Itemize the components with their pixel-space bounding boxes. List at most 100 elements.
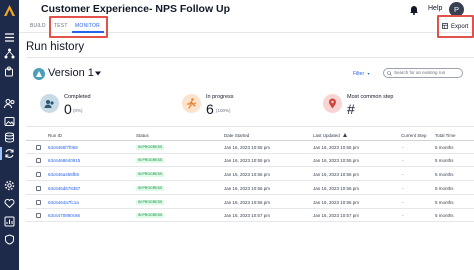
search-icon	[387, 71, 392, 76]
row-divider	[26, 180, 474, 181]
last-updated: Jan 16, 2023 10:56 pm	[313, 172, 360, 177]
check-circle-icon	[40, 94, 59, 113]
last-updated: Jan 16, 2023 10:55 pm	[313, 145, 360, 150]
search-input[interactable]: Search for an existing run	[383, 68, 463, 78]
chevron-down-icon: ▾	[367, 71, 370, 76]
shield-icon[interactable]	[4, 234, 15, 245]
filter-label: Filter	[353, 71, 365, 77]
current-step: -	[402, 158, 404, 163]
column-header-run-id[interactable]: Run ID	[48, 133, 62, 138]
row-divider	[26, 194, 474, 195]
table-row[interactable]: 63c646d678387 IN PROGRESS Jan 16, 2023 1…	[26, 182, 474, 195]
status-badge: IN PROGRESS	[136, 199, 165, 205]
status-badge: IN PROGRESS	[136, 185, 165, 191]
current-step: -	[402, 145, 404, 150]
total-time: 5 months	[435, 172, 454, 177]
total-time: 5 months	[435, 213, 454, 218]
stat-title: In progress	[206, 94, 234, 100]
row-divider	[26, 166, 474, 167]
tab-build[interactable]: BUILD	[30, 23, 46, 29]
chevron-down-icon[interactable]	[95, 71, 101, 76]
row-checkbox[interactable]	[36, 145, 41, 150]
column-header-date-started[interactable]: Date Started	[224, 133, 249, 138]
logo-icon[interactable]	[3, 4, 16, 17]
list-icon[interactable]	[4, 32, 15, 43]
column-header-status[interactable]: Status	[136, 133, 149, 138]
stat-percent: (0%)	[73, 108, 83, 113]
column-header-current-step[interactable]: Current Step	[401, 133, 427, 138]
run-id-link[interactable]: 63c6464a7fc1a	[48, 200, 79, 205]
bell-icon[interactable]	[409, 4, 419, 15]
row-checkbox[interactable]	[36, 186, 41, 191]
column-header-total-time[interactable]: Total Time	[435, 133, 456, 138]
current-step: -	[402, 172, 404, 177]
table-row[interactable]: 63c646a455fb5 IN PROGRESS Jan 16, 2023 1…	[26, 168, 474, 181]
total-time: 5 months	[435, 186, 454, 191]
stat-value: #	[347, 101, 355, 117]
date-started: Jan 16, 2023 10:55 pm	[224, 158, 271, 163]
export-icon	[442, 23, 448, 29]
monitor-tab-highlight-box	[49, 16, 108, 38]
stat-card-completed: Completed 0 (0%)	[40, 86, 180, 124]
flow-icon[interactable]	[4, 48, 15, 59]
date-started: Jan 16, 2023 10:56 pm	[224, 186, 271, 191]
row-checkbox[interactable]	[36, 200, 41, 205]
gear-icon[interactable]	[4, 180, 15, 191]
last-updated: Jan 16, 2023 10:56 pm	[313, 200, 360, 205]
filter-dropdown[interactable]: Filter ▾	[353, 71, 370, 77]
nav-rail	[0, 0, 19, 270]
date-started: Jan 16, 2023 10:56 pm	[224, 200, 271, 205]
total-time: 5 months	[435, 200, 454, 205]
running-person-icon	[182, 94, 201, 113]
total-time: 5 months	[435, 145, 454, 150]
page-title: Run history	[26, 41, 85, 53]
run-id-link[interactable]: 63c646a455fb5	[48, 172, 79, 177]
divider	[26, 126, 474, 127]
row-checkbox[interactable]	[36, 213, 41, 218]
help-link[interactable]: Help	[428, 5, 442, 12]
sort-asc-icon[interactable]	[343, 133, 348, 137]
stat-card-in-progress: In progress 6 (100%)	[182, 86, 322, 124]
database-icon[interactable]	[4, 132, 15, 143]
table-row[interactable]: 63c6465f7f069 IN PROGRESS Jan 16, 2023 1…	[26, 141, 474, 154]
run-id-link[interactable]: 63c6470890c66	[48, 213, 80, 218]
row-checkbox[interactable]	[36, 158, 41, 163]
date-started: Jan 16, 2023 10:57 pm	[224, 213, 271, 218]
status-badge: IN PROGRESS	[136, 212, 165, 218]
version-icon	[33, 68, 45, 80]
export-button[interactable]: Export	[442, 23, 468, 32]
version-selector[interactable]: Version 1	[48, 67, 94, 79]
users-icon[interactable]	[4, 98, 15, 109]
last-updated: Jan 16, 2023 10:56 pm	[313, 186, 360, 191]
run-id-link[interactable]: 63c6468640915	[48, 158, 80, 163]
search-placeholder: Search for an existing run	[394, 70, 446, 75]
column-header-last-updated[interactable]: Last Updated	[313, 133, 348, 138]
stat-card-common-step: Most common step #	[323, 86, 463, 124]
date-started: Jan 16, 2023 10:55 pm	[224, 145, 271, 150]
table-row[interactable]: 63c6464a7fc1a IN PROGRESS Jan 16, 2023 1…	[26, 196, 474, 209]
last-updated: Jan 16, 2023 10:55 pm	[313, 158, 360, 163]
table-row[interactable]: 63c6468640915 IN PROGRESS Jan 16, 2023 1…	[26, 154, 474, 167]
image-icon[interactable]	[4, 116, 15, 127]
sync-icon[interactable]	[4, 148, 15, 159]
stat-percent: (100%)	[216, 108, 231, 113]
column-header-label: Last Updated	[313, 133, 340, 138]
stat-value: 0	[64, 101, 72, 117]
stat-value: 6	[206, 101, 214, 117]
app-window: Customer Experience- NPS Follow Up Help …	[0, 0, 474, 270]
app-title: Customer Experience- NPS Follow Up	[41, 3, 231, 15]
stat-title: Completed	[64, 94, 91, 100]
puzzle-icon[interactable]	[4, 66, 15, 77]
last-updated: Jan 16, 2023 10:57 pm	[313, 213, 360, 218]
status-badge: IN PROGRESS	[136, 171, 165, 177]
row-checkbox[interactable]	[36, 172, 41, 177]
heart-icon[interactable]	[4, 198, 15, 209]
chart-icon[interactable]	[4, 216, 15, 227]
row-divider	[26, 221, 474, 222]
export-label: Export	[451, 24, 469, 30]
current-step: -	[402, 186, 404, 191]
status-badge: IN PROGRESS	[136, 157, 165, 163]
run-id-link[interactable]: 63c646d678387	[48, 186, 80, 191]
run-id-link[interactable]: 63c6465f7f069	[48, 145, 78, 150]
table-row[interactable]: 63c6470890c66 IN PROGRESS Jan 16, 2023 1…	[26, 209, 474, 222]
